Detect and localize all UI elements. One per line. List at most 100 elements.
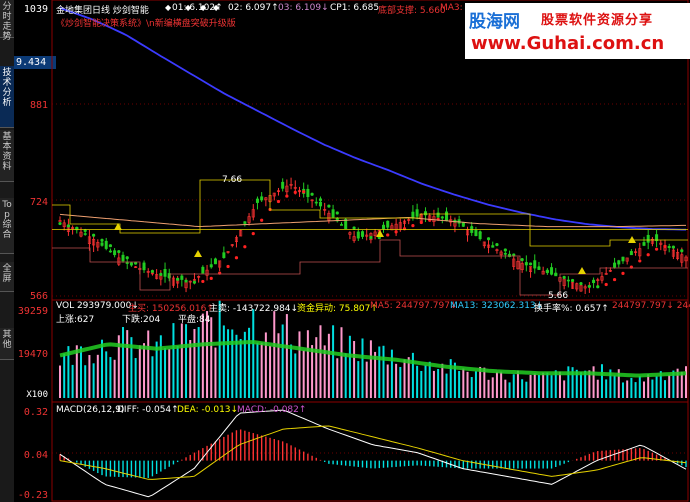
price-o3: 03: 6.109↓ (278, 3, 329, 13)
price-bottom-support: 底部支撑: 5.660 (378, 6, 446, 16)
volume-bar (239, 338, 242, 398)
trend-dot (545, 269, 549, 273)
volume-bar (369, 340, 372, 398)
trend-dot (293, 190, 297, 194)
trend-dot (562, 275, 566, 279)
high-price-annotation: 7.66 (222, 175, 243, 185)
volume-bar (214, 347, 217, 398)
price-cp1: CP1: 6.685 (330, 3, 380, 13)
macd-name: MACD(26,12,9) (56, 405, 125, 415)
volume-ma13: MA13: 323062.313↓ (450, 301, 544, 311)
trend-dot (226, 264, 230, 269)
watermark-logo[interactable]: 股海网 股票软件资源分享 www.Guhai.com.cn (465, 3, 690, 59)
volume-bar (626, 380, 629, 398)
trend-dot (579, 281, 583, 286)
trend-dot (671, 245, 675, 249)
volume-bar (495, 371, 498, 398)
volume-bar (504, 379, 507, 398)
candle-body (213, 258, 217, 265)
volume-bar (88, 355, 91, 398)
candle-body (331, 209, 335, 218)
candle-body (386, 220, 390, 228)
volume-bar (399, 366, 402, 398)
trend-dot (327, 204, 331, 208)
volume-bar (71, 364, 74, 398)
candle-body (445, 211, 449, 220)
trend-dot (587, 284, 591, 288)
volume-bar (172, 323, 175, 398)
volume-bar (294, 353, 297, 398)
volume-bar (311, 345, 314, 398)
trend-dot (537, 266, 541, 270)
volume-bar (449, 359, 452, 398)
volume-bar (201, 313, 204, 398)
volume-bar (126, 330, 129, 398)
volume-turnover: 换手率%: 0.657↑ (534, 304, 609, 314)
logo-brand: 股海网 (469, 12, 520, 32)
volume-bar (113, 359, 116, 398)
macd-value: MACD: -0.082↑ (237, 405, 307, 415)
trend-dot (680, 249, 684, 253)
buy-signal-triangle (194, 250, 202, 257)
volume-bar (647, 374, 650, 398)
candle-body (382, 224, 386, 230)
trend-dot (654, 247, 659, 251)
low-price-annotation: 5.66 (548, 291, 569, 301)
candle-body (533, 260, 537, 269)
volume-bar (164, 347, 167, 398)
volume-bar (445, 373, 448, 398)
volume-bar (437, 369, 440, 398)
volume-bar (327, 333, 330, 398)
candle-body (222, 252, 226, 258)
volume-bar (210, 317, 213, 398)
candle-body (424, 211, 428, 216)
volume-bar (416, 365, 419, 398)
logo-url: www.Guhai.com.cn (471, 33, 665, 54)
trend-dot (520, 258, 524, 262)
trend-dot (142, 266, 146, 270)
volume-bar (151, 356, 154, 398)
price-panel-title: 金地集团日线 炒剑智能 (56, 6, 149, 16)
volume-bar (651, 379, 654, 398)
volume-main-sell: 主卖: -143722.984↓ (209, 304, 299, 314)
macd-panel-frame (51, 401, 689, 502)
unchanged-count: 平盘:84 (178, 315, 211, 325)
volume-bar (558, 371, 561, 398)
volume-bar (298, 331, 301, 398)
volume-bar (80, 346, 83, 398)
volume-ma-band (59, 340, 687, 378)
volume-bar (378, 346, 381, 398)
volume-bar (84, 365, 87, 398)
advance-count: 上涨:627 (56, 315, 95, 325)
logo-tagline: 股票软件资源分享 (541, 13, 654, 28)
trend-dot (276, 199, 281, 204)
volume-bar (685, 366, 687, 398)
volume-bar (470, 377, 473, 398)
volume-bar (248, 327, 251, 398)
volume-bar (361, 338, 364, 398)
volume-bar (315, 337, 318, 398)
candle-body (243, 221, 247, 224)
volume-bar (227, 329, 230, 398)
volume-bar (424, 365, 427, 398)
volume-bar (663, 380, 666, 398)
trend-dot (604, 282, 608, 287)
price-o1: 01: 6.102↑ (172, 3, 223, 13)
volume-bar (525, 381, 528, 398)
trend-dot (184, 279, 188, 283)
volume-bar (92, 363, 95, 398)
volume-bar (285, 314, 288, 398)
volume-ma5: MA5: 244797.797↓ (370, 301, 458, 311)
buy-signal-triangle (578, 267, 586, 274)
volume-value: VOL 293979.000↓ (56, 301, 139, 311)
trend-dot (234, 256, 239, 260)
trend-dot (369, 235, 373, 240)
volume-bar (579, 372, 582, 398)
stock-chart-canvas: ◆ ◆ ◆ ◆ (51, 0, 689, 502)
trend-dot (201, 279, 205, 284)
trend-dot (260, 218, 264, 222)
lower-channel-line (52, 239, 688, 296)
volume-bar (357, 361, 360, 398)
volume-bar (516, 370, 519, 398)
volume-bar (340, 327, 343, 398)
